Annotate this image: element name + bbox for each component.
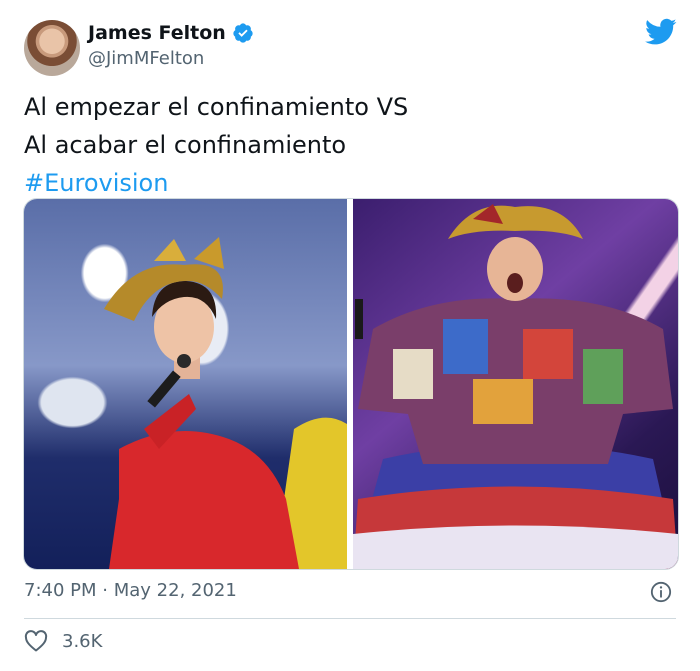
photo-left[interactable] (24, 199, 347, 569)
like-action[interactable]: 3.6K (24, 630, 102, 652)
tweet-date[interactable]: May 22, 2021 (114, 580, 237, 601)
photo-right-figure (353, 204, 678, 569)
tweet-text: Al empezar el confinamiento VS Al acabar… (24, 88, 664, 202)
hashtag-link[interactable]: #Eurovision (24, 164, 664, 202)
author-name-row[interactable]: James Felton (88, 22, 254, 44)
photo-left-figure (104, 237, 347, 569)
photo-right[interactable] (353, 199, 678, 569)
verified-badge-icon (233, 23, 253, 43)
author-name[interactable]: James Felton (88, 22, 226, 44)
timestamp-separator: · (102, 580, 108, 601)
tweet-line-1: Al empezar el confinamiento VS (24, 93, 409, 121)
tweet-card: James Felton @JimMFelton Al empezar el c… (0, 0, 700, 671)
author-handle[interactable]: @JimMFelton (88, 48, 204, 69)
like-count: 3.6K (62, 630, 103, 652)
media-grid[interactable] (23, 198, 679, 570)
tweet-time[interactable]: 7:40 PM (24, 580, 97, 601)
avatar[interactable] (24, 20, 80, 76)
divider (24, 618, 676, 619)
tweet-timestamp[interactable]: 7:40 PM · May 22, 2021 (24, 580, 237, 601)
twitter-bird-icon[interactable] (645, 18, 677, 46)
heart-icon[interactable] (24, 630, 48, 652)
tweet-line-2: Al acabar el confinamiento (24, 131, 347, 159)
info-icon[interactable] (650, 581, 672, 603)
